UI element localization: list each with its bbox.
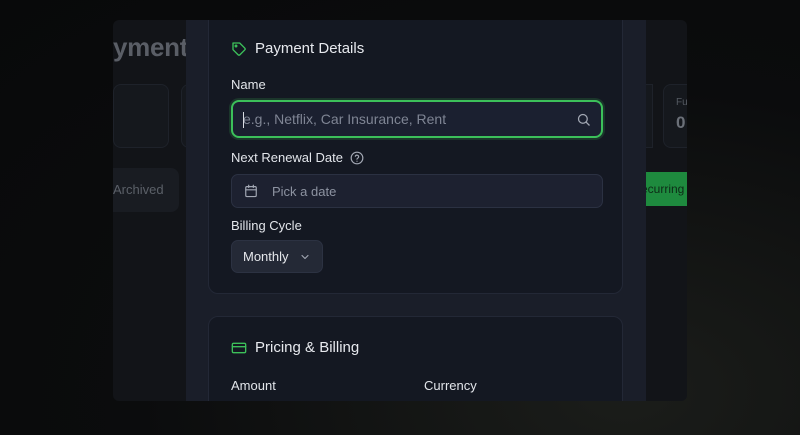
background-stat-value: 0	[676, 113, 686, 132]
renewal-date-placeholder: Pick a date	[272, 183, 337, 199]
pricing-billing-header: Pricing & Billing	[231, 339, 359, 356]
search-icon	[576, 112, 591, 132]
billing-cycle-select[interactable]: Monthly	[231, 240, 323, 273]
credit-card-icon	[231, 340, 247, 356]
tag-icon	[231, 41, 247, 57]
calendar-icon	[244, 184, 258, 198]
payment-details-section: Payment Details Name Next Renewal Date	[208, 20, 623, 294]
pricing-billing-section: Pricing & Billing Amount Currency	[208, 316, 623, 401]
currency-label: Currency	[424, 378, 477, 393]
name-label: Name	[231, 77, 266, 92]
payment-details-title: Payment Details	[255, 40, 365, 57]
billing-cycle-label: Billing Cycle	[231, 218, 302, 233]
chevron-down-icon	[299, 251, 311, 263]
renewal-date-label: Next Renewal Date	[231, 150, 364, 165]
pricing-billing-title: Pricing & Billing	[255, 339, 360, 356]
background-stat-card: Fu 0	[663, 84, 687, 148]
renewal-date-label-text: Next Renewal Date	[231, 150, 343, 165]
payment-details-header: Payment Details	[231, 40, 364, 57]
amount-label: Amount	[231, 378, 276, 393]
background-stat-card	[113, 84, 169, 148]
background-archived-tab: Archived	[113, 168, 179, 212]
billing-cycle-value: Monthly	[243, 249, 289, 264]
background-stat-card	[645, 84, 653, 148]
name-input[interactable]	[233, 102, 601, 136]
screen: yments Fu 0 Archived ecurring Payment De…	[0, 0, 800, 435]
renewal-date-picker[interactable]: Pick a date	[231, 174, 603, 208]
add-payment-modal: Payment Details Name Next Renewal Date	[186, 20, 646, 401]
help-circle-icon[interactable]	[350, 151, 364, 165]
background-stat-label: Fu	[676, 97, 687, 108]
text-cursor	[243, 112, 244, 128]
name-field	[231, 100, 603, 138]
